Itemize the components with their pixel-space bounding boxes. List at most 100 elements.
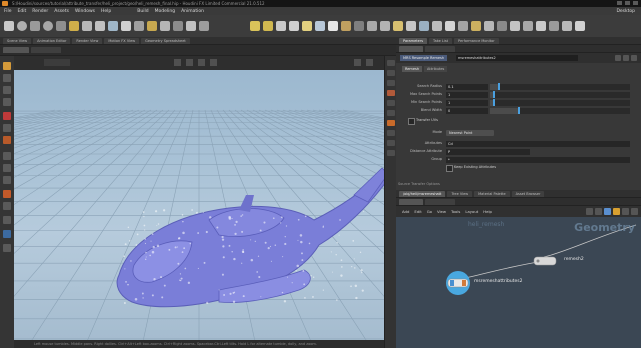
l-system-tool-icon[interactable] xyxy=(186,21,196,31)
network-editor[interactable]: Geometry heli_remesh remesh2 msremeshatt… xyxy=(396,217,641,348)
template-icon[interactable] xyxy=(387,120,395,126)
handle-tool-icon[interactable] xyxy=(3,112,11,120)
torus-tool-icon[interactable] xyxy=(43,21,53,31)
net-menu-layout[interactable]: Layout xyxy=(465,209,478,214)
viewport-transform-icon[interactable] xyxy=(186,59,193,66)
viewport-camera-menu[interactable] xyxy=(44,59,70,66)
indirect-light-tool-icon[interactable] xyxy=(432,21,442,31)
metaball-tool-icon[interactable] xyxy=(199,21,209,31)
tab-animation-editor[interactable]: Animation Editor xyxy=(33,38,70,44)
menu-edit[interactable]: Edit xyxy=(18,9,27,14)
pose-tool-icon[interactable] xyxy=(3,124,11,132)
tab-attributes[interactable]: Attributes xyxy=(424,66,447,72)
circle-tool-icon[interactable] xyxy=(95,21,105,31)
view-tool-icon[interactable] xyxy=(3,136,11,144)
net-palette-icon[interactable] xyxy=(613,208,620,215)
viewport-display-icon[interactable] xyxy=(354,59,361,66)
grid-display-icon[interactable] xyxy=(387,150,395,156)
rotate-tool-icon[interactable] xyxy=(3,86,11,94)
desktop-animation[interactable]: Animation xyxy=(181,9,204,14)
slider-knob[interactable] xyxy=(493,91,495,98)
ambient-light-tool-icon[interactable] xyxy=(406,21,416,31)
viewport-lock-icon[interactable] xyxy=(210,59,217,66)
tab-material-palette[interactable]: Material Palette xyxy=(474,191,509,197)
render-flag-icon[interactable] xyxy=(462,280,466,286)
display-flag-icon[interactable] xyxy=(450,280,454,286)
viewport-pivot-icon[interactable] xyxy=(198,59,205,66)
net-settings-icon[interactable] xyxy=(622,208,629,215)
net-menu-help[interactable]: Help xyxy=(483,209,492,214)
display-option-icon[interactable] xyxy=(387,60,395,66)
slider-knob[interactable] xyxy=(498,83,500,90)
desktop-modeling[interactable]: Modeling xyxy=(155,9,175,14)
select-tool-icon[interactable] xyxy=(3,62,11,70)
usd-tool-icon[interactable] xyxy=(549,21,559,31)
ipr-tool-icon[interactable] xyxy=(510,21,520,31)
path-heli[interactable] xyxy=(31,47,61,53)
snap-icon[interactable] xyxy=(3,202,11,210)
param-path-obj[interactable] xyxy=(399,46,423,52)
caustic-light-tool-icon[interactable] xyxy=(445,21,455,31)
sky-light-tool-icon[interactable] xyxy=(328,21,338,31)
param-path-heli[interactable] xyxy=(425,46,455,52)
spray-paint-tool-icon[interactable] xyxy=(147,21,157,31)
viewport-lighting-icon[interactable] xyxy=(366,59,373,66)
camera-tool-icon[interactable] xyxy=(354,21,364,31)
maximize-button[interactable] xyxy=(625,1,630,5)
param-value-field[interactable]: 1 xyxy=(446,100,488,106)
mantra-tool-icon[interactable] xyxy=(523,21,533,31)
material-tool-icon[interactable] xyxy=(575,21,585,31)
net-menu-edit[interactable]: Edit xyxy=(414,209,421,214)
tab-performance-monitor[interactable]: Performance Monitor xyxy=(454,38,499,44)
menu-assets[interactable]: Assets xyxy=(54,9,69,14)
normal-display-icon[interactable] xyxy=(387,110,395,116)
tab-scene-view[interactable]: Scene View xyxy=(3,38,31,44)
point-display-icon[interactable] xyxy=(387,100,395,106)
lop-tool-icon[interactable] xyxy=(562,21,572,31)
grid-tool-icon[interactable] xyxy=(56,21,66,31)
visibility-icon[interactable] xyxy=(3,230,11,238)
secure-select-icon[interactable] xyxy=(3,216,11,224)
select-points-icon[interactable] xyxy=(3,152,11,160)
tab-take-list[interactable]: Take List xyxy=(429,38,452,44)
minimize-button[interactable] xyxy=(617,1,622,5)
viewport-snap-icon[interactable] xyxy=(174,59,181,66)
sphere-tool-icon[interactable] xyxy=(17,21,27,31)
tube-tool-icon[interactable] xyxy=(30,21,40,31)
scene-viewport[interactable] xyxy=(14,70,384,340)
platonic-tool-icon[interactable] xyxy=(173,21,183,31)
close-button[interactable] xyxy=(633,1,638,5)
param-slider[interactable] xyxy=(490,100,630,106)
tab-motion-fx-view[interactable]: Motion FX View xyxy=(104,38,139,44)
tab-tree-view[interactable]: Tree View xyxy=(447,191,472,197)
tab-network-path[interactable]: /obj/heli/msremeshatt xyxy=(399,191,445,197)
vr-camera-tool-icon[interactable] xyxy=(367,21,377,31)
gi-light-tool-icon[interactable] xyxy=(341,21,351,31)
path-tool-icon[interactable] xyxy=(134,21,144,31)
param-value-field[interactable]: 1 xyxy=(446,92,488,98)
slider-knob[interactable] xyxy=(518,107,520,114)
null-tool-icon[interactable] xyxy=(69,21,79,31)
group-field[interactable]: * xyxy=(446,157,630,163)
net-list-icon[interactable] xyxy=(586,208,593,215)
param-value-field[interactable]: 0.1 xyxy=(446,84,488,90)
pin-icon[interactable] xyxy=(3,244,11,252)
menu-render[interactable]: Render xyxy=(32,9,48,14)
gear-icon[interactable] xyxy=(615,55,621,61)
net-menu-add[interactable]: Add xyxy=(402,209,409,214)
magnet-icon[interactable] xyxy=(3,190,11,198)
karma-tool-icon[interactable] xyxy=(536,21,546,31)
font-tool-icon[interactable] xyxy=(160,21,170,31)
spot-light-tool-icon[interactable] xyxy=(263,21,273,31)
slider-knob[interactable] xyxy=(493,99,495,106)
sun-light-tool-icon[interactable] xyxy=(471,21,481,31)
tab-asset-browser[interactable]: Asset Browser xyxy=(512,191,545,197)
param-slider[interactable] xyxy=(490,108,630,114)
net-grid-icon[interactable] xyxy=(595,208,602,215)
net-menu-go[interactable]: Go xyxy=(427,209,432,214)
wireframe-icon[interactable] xyxy=(387,80,395,86)
switcher-tool-icon[interactable] xyxy=(380,21,390,31)
move-tool-icon[interactable] xyxy=(3,74,11,82)
tab-render-view[interactable]: Render View xyxy=(72,38,102,44)
menu-file[interactable]: File xyxy=(4,9,12,14)
